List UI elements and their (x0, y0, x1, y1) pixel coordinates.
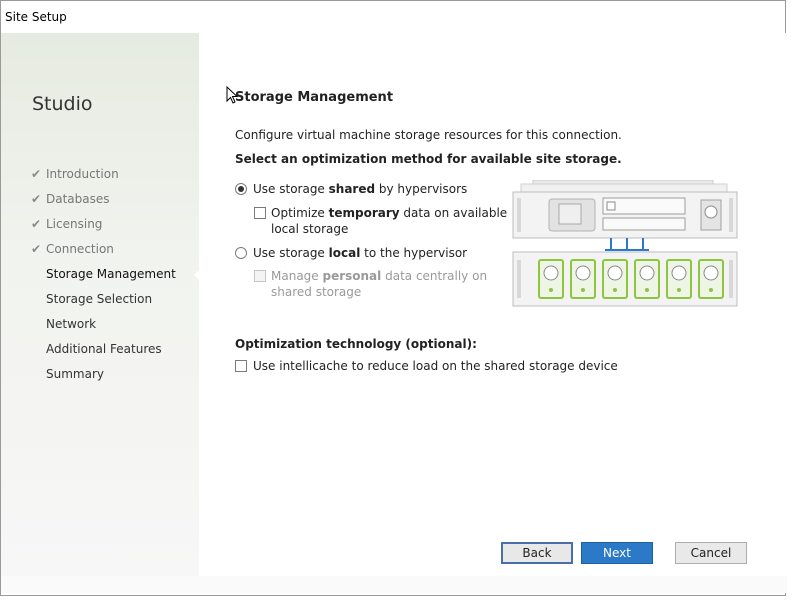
intellicache-label[interactable]: Use intellicache to reduce load on the s… (253, 358, 618, 374)
step-databases: ✔ Databases (31, 192, 110, 206)
optimize-temporary-label[interactable]: Optimize temporary data on available loc… (271, 205, 507, 237)
page-description: Configure virtual machine storage resour… (235, 128, 622, 142)
shared-storage-label[interactable]: Use storage shared by hypervisors (253, 181, 467, 197)
manage-personal-label: Manage personal data centrally on shared… (271, 269, 488, 299)
step-additional-features: Additional Features (46, 342, 162, 356)
storage-illustration (512, 180, 738, 307)
page-title: Storage Management (235, 90, 394, 105)
step-connection: ✔ Connection (31, 242, 114, 256)
checkmark-icon: ✔ (31, 167, 42, 181)
next-button[interactable]: Next (581, 542, 653, 564)
window-title: Site Setup (5, 10, 67, 24)
method-label: Select an optimization method for availa… (235, 152, 622, 166)
checkmark-icon: ✔ (31, 242, 42, 256)
wizard-sidebar: Studio ✔ Introduction ✔ Databases ✔ Licensi… (1, 33, 199, 576)
step-storage-selection: Storage Selection (46, 292, 153, 306)
wizard-content: Studio ✔ Introduction ✔ Databases ✔ Licensi… (1, 33, 787, 593)
intellicache-checkbox[interactable] (235, 360, 247, 372)
step-summary: Summary (46, 367, 104, 381)
checkmark-icon: ✔ (31, 217, 42, 231)
studio-brand: Studio (32, 93, 93, 115)
manage-personal-checkbox[interactable] (254, 270, 266, 282)
main-panel: Storage Management Configure virtual mac… (199, 33, 787, 576)
title-bar: Site Setup (1, 1, 785, 33)
step-licensing: ✔ Licensing (31, 217, 103, 231)
optimization-heading: Optimization technology (optional): (235, 337, 477, 351)
step-introduction: ✔ Introduction (31, 167, 119, 181)
local-storage-radio[interactable] (235, 247, 247, 259)
cancel-button[interactable]: Cancel (675, 542, 747, 564)
checkmark-icon: ✔ (31, 192, 42, 206)
connector-lines (605, 238, 649, 251)
wizard-steps: ✔ Introduction ✔ Databases ✔ Licensing ✔ Con… (31, 165, 176, 390)
shared-storage-radio[interactable] (235, 183, 247, 195)
back-button[interactable]: Back (501, 542, 573, 564)
optimize-temporary-checkbox[interactable] (254, 207, 266, 219)
step-network: Network (46, 317, 97, 331)
mouse-cursor-icon (226, 86, 238, 104)
local-storage-label[interactable]: Use storage local to the hypervisor (253, 245, 467, 261)
site-setup-window: Site Setup Studio ✔ Introduction ✔ Databas… (0, 0, 787, 596)
step-storage-management: Storage Management (46, 267, 176, 281)
